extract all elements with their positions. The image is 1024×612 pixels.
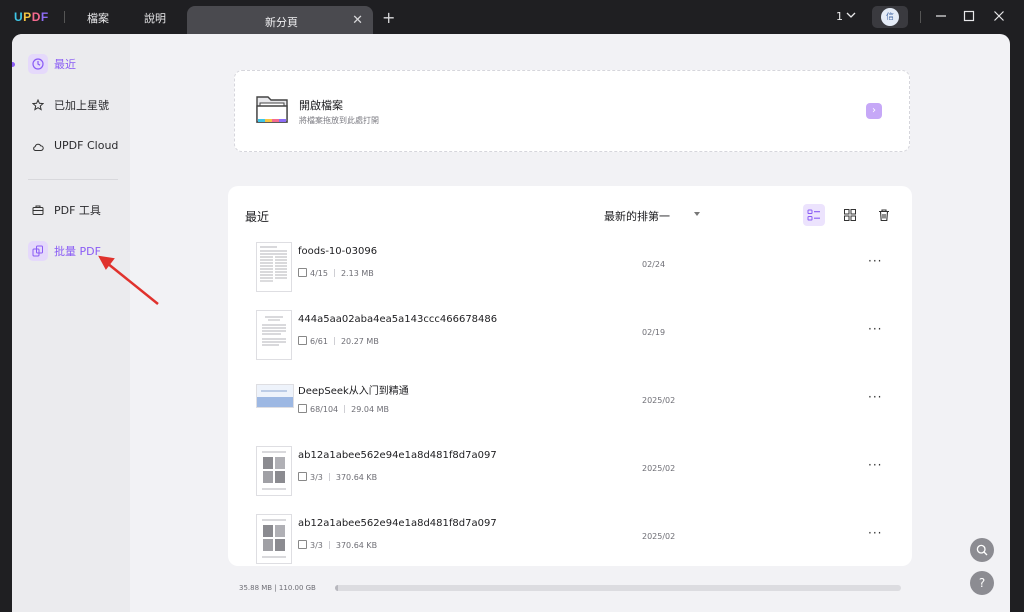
file-date: 2025/02 [642,396,676,405]
file-size: 370.64 KB [335,473,378,482]
chevron-down-icon[interactable] [846,10,856,20]
delete-button[interactable] [873,204,895,226]
pages-icon [298,336,307,345]
more-options-icon[interactable]: ··· [868,526,882,540]
file-date: 2025/02 [642,464,676,473]
file-pages: 6/61 [310,337,328,346]
avatar: 信 [881,8,899,26]
search-button[interactable] [970,538,994,562]
file-thumbnail [256,446,292,496]
app-logo: UPDF [14,10,49,24]
search-icon [976,544,988,556]
recent-files-panel: 最近 最新的排第一 foods-10-03096 4/15 2.13 MB 02/… [228,186,912,566]
maximize-icon[interactable] [963,10,975,22]
title-divider [64,11,65,23]
file-size: 20.27 MB [340,337,379,346]
storage-usage-fill [335,585,338,591]
caret-down-icon[interactable] [694,212,700,216]
minimize-icon[interactable] [935,10,947,22]
recent-title: 最近 [245,210,270,224]
help-button[interactable]: ? [970,571,994,595]
annotation-arrow [98,255,159,305]
open-file-dropzone[interactable]: 開啟檔案 將檔案拖放到此處打開 › [234,70,910,152]
menu-help[interactable]: 說明 [144,10,166,26]
list-view-button[interactable] [803,204,825,226]
more-options-icon[interactable]: ··· [868,254,882,268]
help-icon: ? [978,576,986,590]
file-thumbnail [256,384,294,408]
file-size: 370.64 KB [335,541,378,550]
file-name: 444a5aa02aba4ea5a143ccc466678486 [298,314,498,325]
file-meta: 68/104 29.04 MB [298,404,389,414]
folder-icon [256,96,288,123]
file-date: 02/19 [642,328,666,337]
title-divider-right [920,11,921,23]
title-bar: UPDF 檔案 說明 新分頁 ✕ + 1 信 [0,0,1024,34]
list-view-icon [807,209,820,221]
file-date: 02/24 [642,260,666,269]
add-tab-icon[interactable]: + [382,8,395,27]
account-button[interactable]: 信 [872,6,908,28]
menu-file[interactable]: 檔案 [87,10,109,26]
file-meta: 3/3 370.64 KB [298,540,377,550]
tab-new[interactable]: 新分頁 ✕ [187,6,373,34]
chevron-right-icon[interactable]: › [866,103,882,119]
more-options-icon[interactable]: ··· [868,458,882,472]
file-size: 2.13 MB [340,269,374,278]
sort-dropdown[interactable]: 最新的排第一 [604,208,670,224]
pages-icon [298,540,307,549]
file-thumbnail [256,514,292,564]
file-row[interactable]: ab12a1abee562e94e1a8d481f8d7a097 3/3 370.… [228,510,912,574]
file-name: foods-10-03096 [298,246,378,257]
open-file-title: 開啟檔案 [299,99,343,112]
file-meta: 3/3 370.64 KB [298,472,377,482]
file-pages: 68/104 [310,405,339,414]
storage-usage-bar [335,585,901,591]
file-date: 2025/02 [642,532,676,541]
tab-close-icon[interactable]: ✕ [352,13,363,28]
file-meta: 6/61 20.27 MB [298,336,379,346]
file-thumbnail [256,310,292,360]
pages-icon [298,472,307,481]
file-meta: 4/15 2.13 MB [298,268,374,278]
file-thumbnail [256,242,292,292]
more-options-icon[interactable]: ··· [868,322,882,336]
grid-view-button[interactable] [839,204,861,226]
trash-icon [879,209,889,222]
pages-icon [298,404,307,413]
file-name: DeepSeek从入门到精通 [298,386,409,397]
pages-icon [298,268,307,277]
file-row[interactable]: foods-10-03096 4/15 2.13 MB 02/24 ··· [228,238,912,302]
file-name: ab12a1abee562e94e1a8d481f8d7a097 [298,450,497,461]
close-window-icon[interactable] [993,10,1005,22]
sidebar: 最近 已加上星號 UPDF Cloud PDF 工具 批量 PDF [12,34,159,612]
window-count[interactable]: 1 [836,10,843,23]
grid-view-icon [844,209,856,221]
more-options-icon[interactable]: ··· [868,390,882,404]
file-pages: 4/15 [310,269,328,278]
file-size: 29.04 MB [351,405,389,414]
file-row[interactable]: ab12a1abee562e94e1a8d481f8d7a097 3/3 370.… [228,442,912,506]
file-row[interactable]: DeepSeek从入门到精通 68/104 29.04 MB 2025/02 ··… [228,374,912,438]
file-pages: 3/3 [310,473,323,482]
storage-usage-text: 35.88 MB | 110.00 GB [239,584,316,592]
main-window: 最近 已加上星號 UPDF Cloud PDF 工具 批量 PDF 開啟檔案 將… [12,34,1010,612]
file-row[interactable]: 444a5aa02aba4ea5a143ccc466678486 6/61 20.… [228,306,912,370]
file-pages: 3/3 [310,541,323,550]
file-name: ab12a1abee562e94e1a8d481f8d7a097 [298,518,497,529]
tab-label: 新分頁 [265,16,298,29]
open-file-subtitle: 將檔案拖放到此處打開 [299,116,379,125]
